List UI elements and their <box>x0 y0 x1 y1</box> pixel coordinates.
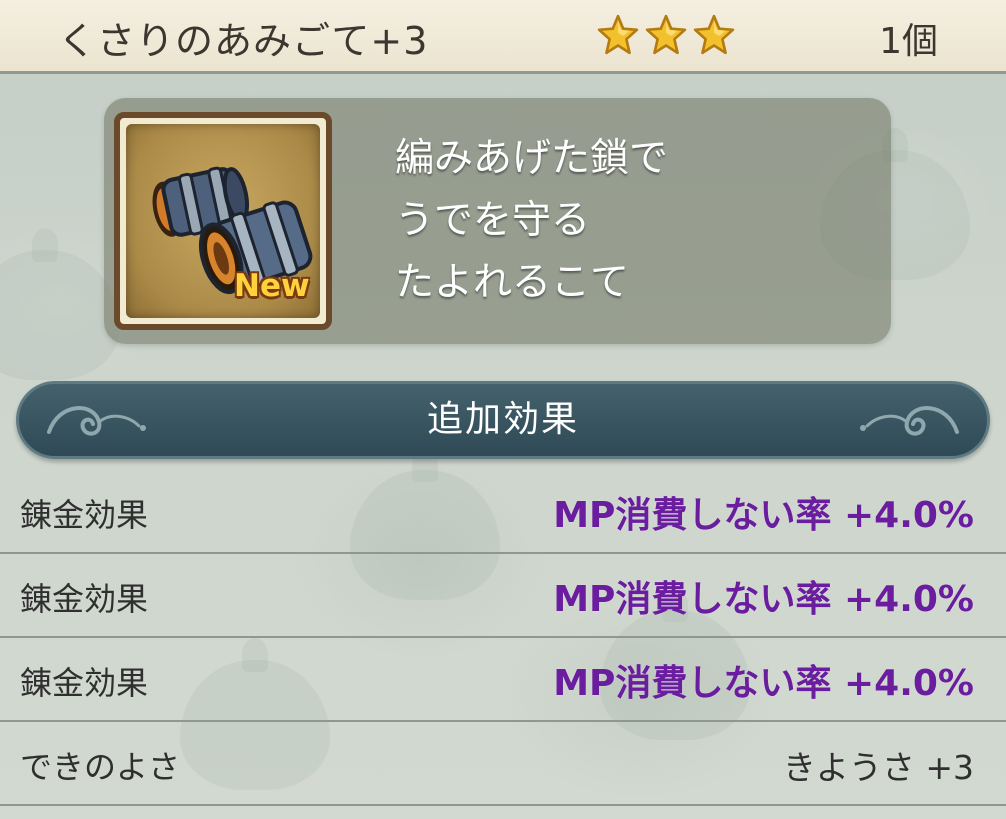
effect-value: きようさ +3 <box>782 748 974 787</box>
description-line: うでを守る <box>395 198 591 243</box>
rarity-stars <box>597 14 737 58</box>
effects-list: 錬金効果 MP消費しない率 +4.0% 錬金効果 MP消費しない率 +4.0% … <box>0 470 1006 806</box>
star-icon <box>693 14 735 55</box>
section-title: 追加効果 <box>426 399 579 440</box>
new-badge: New <box>234 268 310 304</box>
additional-effects-banner: 追加効果 <box>16 381 990 459</box>
item-detail-screen: くさりのあみごて+3 1個 New 編みあげた鎖で うでを守る たよれるこて 追… <box>0 0 1006 819</box>
item-header: くさりのあみごて+3 1個 <box>0 0 1006 74</box>
description-line: 編みあげた鎖で <box>395 136 669 181</box>
effect-value: MP消費しない率 +4.0% <box>553 579 974 620</box>
effect-row: できのよさ きようさ +3 <box>0 722 1006 806</box>
effect-label: できのよさ <box>20 748 181 786</box>
star-icon <box>597 14 639 55</box>
slime-watermark-icon <box>0 228 120 380</box>
effect-value: MP消費しない率 +4.0% <box>553 495 974 536</box>
effect-label: 錬金効果 <box>20 664 149 702</box>
effect-label: 錬金効果 <box>20 580 149 618</box>
flourish-right-icon <box>860 406 959 436</box>
effect-label: 錬金効果 <box>20 496 149 534</box>
item-count: 1個 <box>879 21 938 62</box>
item-icon-background: New <box>126 124 320 318</box>
item-icon-frame[interactable]: New <box>114 112 332 330</box>
description-line: たよれるこて <box>395 260 630 305</box>
item-description: 編みあげた鎖で うでを守る たよれるこて <box>395 128 875 314</box>
effect-value: MP消費しない率 +4.0% <box>553 663 974 704</box>
effect-row: 錬金効果 MP消費しない率 +4.0% <box>0 470 1006 554</box>
effect-row: 錬金効果 MP消費しない率 +4.0% <box>0 638 1006 722</box>
item-name: くさりのあみごて+3 <box>58 19 429 63</box>
effect-row: 錬金効果 MP消費しない率 +4.0% <box>0 554 1006 638</box>
star-icon <box>645 14 687 55</box>
